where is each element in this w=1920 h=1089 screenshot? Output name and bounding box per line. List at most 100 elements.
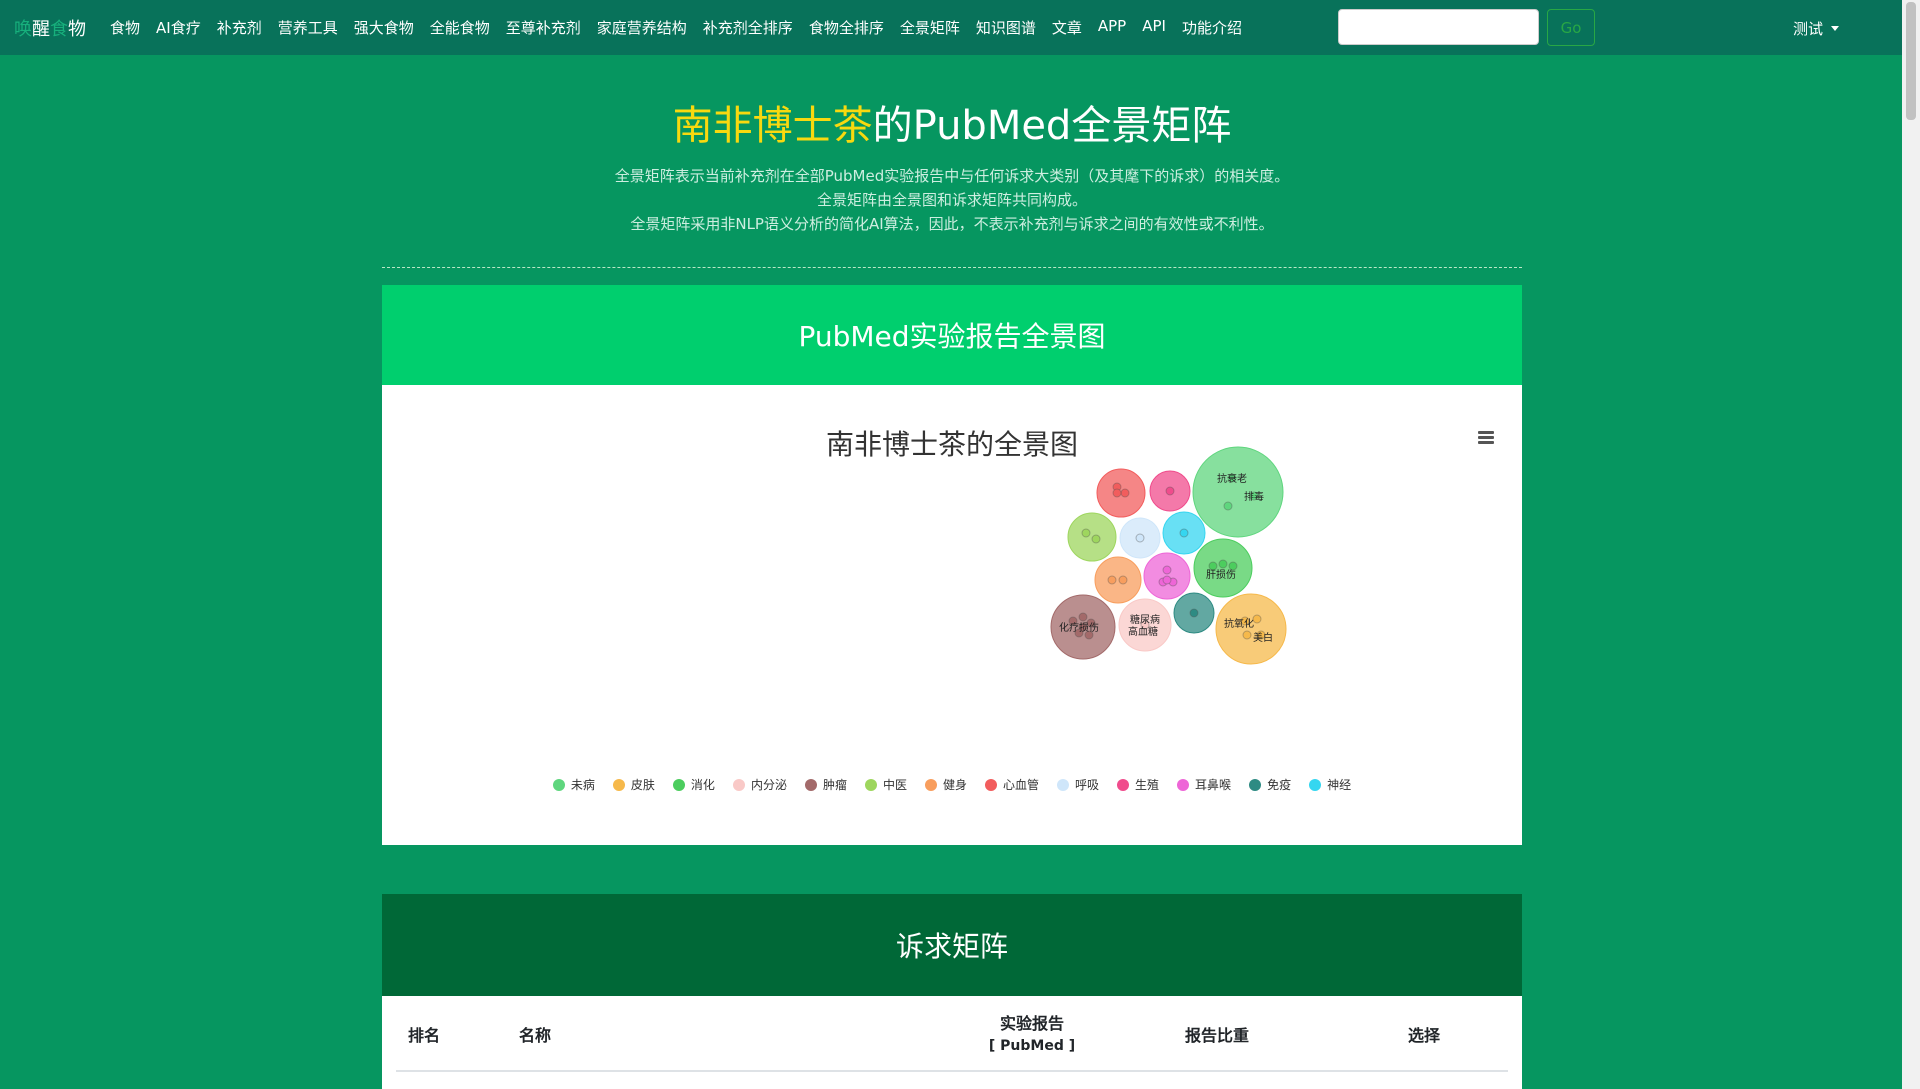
nav-link-app[interactable]: APP bbox=[1098, 17, 1126, 38]
nav-link-supplement-ranking[interactable]: 补充剂全排序 bbox=[703, 17, 793, 38]
bubble-point[interactable] bbox=[1118, 575, 1128, 585]
legend-item[interactable]: 生殖 bbox=[1117, 776, 1159, 793]
legend-item[interactable]: 未病 bbox=[552, 776, 595, 793]
table-header-divider bbox=[396, 1070, 1508, 1072]
legend-marker bbox=[804, 778, 817, 791]
bubble-point[interactable] bbox=[1091, 534, 1101, 544]
nav-link-supreme-supplements[interactable]: 至尊补充剂 bbox=[506, 17, 581, 38]
brand-logo[interactable]: 唤 醒 食 物 bbox=[14, 15, 86, 41]
legend-item[interactable]: 免疫 bbox=[1249, 776, 1291, 793]
legend-item[interactable]: 呼吸 bbox=[1057, 776, 1099, 793]
scrollbar-thumb[interactable] bbox=[1906, 2, 1916, 120]
legend-item[interactable]: 耳鼻喉 bbox=[1177, 776, 1231, 793]
legend-label: 呼吸 bbox=[1075, 778, 1100, 792]
nav-link-supplements[interactable]: 补充剂 bbox=[217, 17, 262, 38]
chart-legend: 未病 皮肤 消化 内分泌 肿瘤 中医 健身 心血管 呼吸 生殖 耳鼻喉 免疫 神经 bbox=[382, 776, 1522, 793]
legend-item[interactable]: 中医 bbox=[864, 776, 907, 793]
hero-description: 全景矩阵表示当前补充剂在全部PubMed实验报告中与任何诉求大类别（及其麾下的诉… bbox=[382, 164, 1522, 236]
legend-label: 肿瘤 bbox=[822, 778, 847, 792]
brand-char-4: 物 bbox=[68, 18, 86, 40]
legend-marker bbox=[864, 778, 877, 791]
user-label: 测试 bbox=[1793, 20, 1824, 38]
bubble-point[interactable] bbox=[1162, 575, 1172, 585]
column-header-select: 选择 bbox=[1408, 1026, 1441, 1045]
legend-item[interactable]: 心血管 bbox=[985, 776, 1039, 793]
legend-item[interactable]: 消化 bbox=[672, 776, 715, 793]
search-input[interactable] bbox=[1338, 9, 1539, 45]
nav-link-knowledge-graph[interactable]: 知识图谱 bbox=[976, 17, 1036, 38]
legend-label: 生殖 bbox=[1135, 778, 1160, 792]
bubble-point[interactable] bbox=[1120, 488, 1130, 498]
bubble-point[interactable] bbox=[1228, 561, 1238, 571]
brand-char-2: 醒 bbox=[32, 18, 50, 40]
legend-marker bbox=[924, 778, 937, 791]
go-button[interactable]: Go bbox=[1547, 9, 1595, 46]
bubble-point[interactable] bbox=[1112, 488, 1122, 498]
nav-link-articles[interactable]: 文章 bbox=[1052, 17, 1082, 38]
caret-down-icon bbox=[1831, 26, 1840, 31]
nav-link-api[interactable]: API bbox=[1142, 17, 1166, 38]
column-header-reports: 实验报告 [ PubMed ] bbox=[962, 1010, 1102, 1054]
top-navbar: 唤 醒 食 物 食物 AI食疗 补充剂 营养工具 强大食物 全能食物 至尊补充剂… bbox=[0, 0, 1902, 55]
page-title-highlight: 南非博士茶 bbox=[672, 103, 873, 149]
nav-link-nutrition-tools[interactable]: 营养工具 bbox=[278, 17, 338, 38]
bubble-point[interactable] bbox=[1107, 575, 1117, 585]
bubble-point[interactable] bbox=[1242, 630, 1252, 640]
chart-title: 南非博士茶的全景图 bbox=[825, 428, 1078, 461]
column-header-report-weight: 报告比重 bbox=[1185, 1026, 1250, 1045]
page-title: 南非博士茶的PubMed全景矩阵 bbox=[382, 100, 1522, 152]
bubble-point[interactable] bbox=[1218, 559, 1228, 569]
nav-links: 食物 AI食疗 补充剂 营养工具 强大食物 全能食物 至尊补充剂 家庭营养结构 … bbox=[110, 17, 1258, 38]
legend-item[interactable]: 内分泌 bbox=[732, 776, 787, 793]
chart-menu-icon[interactable] bbox=[1478, 431, 1494, 445]
legend-marker bbox=[1249, 778, 1262, 791]
bubble-point[interactable] bbox=[1179, 528, 1189, 538]
matrix-card-header: 诉求矩阵 bbox=[382, 894, 1522, 996]
column-header-name: 名称 bbox=[519, 1026, 552, 1045]
user-dropdown[interactable]: 测试 bbox=[1793, 18, 1840, 39]
hero-section: 南非博士茶的PubMed全景矩阵 全景矩阵表示当前补充剂在全部PubMed实验报… bbox=[382, 100, 1522, 236]
nav-link-panorama-matrix[interactable]: 全景矩阵 bbox=[900, 17, 960, 38]
legend-item[interactable]: 健身 bbox=[924, 776, 967, 793]
column-header-reports-title: 实验报告 bbox=[999, 1014, 1064, 1033]
overview-card-body: 抗衰老 排毒 肝损伤 化疗损伤 糖尿病 高血糖 抗氧化 美白 南非博士茶的全景图 未病 皮肤 消化… bbox=[382, 385, 1522, 845]
page-title-rest: 的PubMed全景矩阵 bbox=[872, 103, 1232, 149]
legend-item[interactable]: 肿瘤 bbox=[804, 776, 847, 793]
nav-link-food[interactable]: 食物 bbox=[110, 17, 140, 38]
nav-link-power-foods[interactable]: 强大食物 bbox=[354, 17, 414, 38]
legend-marker bbox=[1057, 778, 1070, 791]
bubble-point[interactable] bbox=[1135, 533, 1145, 543]
legend-label: 内分泌 bbox=[750, 778, 787, 792]
overview-card-header: PubMed实验报告全景图 bbox=[382, 285, 1522, 385]
nav-link-features[interactable]: 功能介绍 bbox=[1182, 17, 1242, 38]
hero-divider bbox=[382, 267, 1522, 268]
bubble-point[interactable] bbox=[1081, 528, 1091, 538]
bubble-label: 抗氧化 bbox=[1224, 617, 1254, 630]
bubble-label: 糖尿病 bbox=[1130, 613, 1160, 626]
hero-desc-line-2: 全景矩阵由全景图和诉求矩阵共同构成。 bbox=[816, 191, 1087, 209]
column-header-reports-source: [ PubMed ] bbox=[988, 1038, 1076, 1054]
legend-marker bbox=[732, 778, 745, 791]
bubble-point[interactable] bbox=[1162, 565, 1172, 575]
legend-label: 免疫 bbox=[1267, 778, 1292, 792]
legend-item[interactable]: 神经 bbox=[1309, 776, 1351, 793]
legend-item[interactable]: 皮肤 bbox=[612, 776, 655, 793]
legend-label: 皮肤 bbox=[630, 778, 655, 792]
bubble-健身[interactable] bbox=[1094, 556, 1142, 604]
hero-desc-line-1: 全景矩阵表示当前补充剂在全部PubMed实验报告中与任何诉求大类别（及其麾下的诉… bbox=[614, 167, 1290, 185]
nav-link-family-nutrition[interactable]: 家庭营养结构 bbox=[597, 17, 687, 38]
bubble-point[interactable] bbox=[1165, 486, 1175, 496]
nav-link-all-round-foods[interactable]: 全能食物 bbox=[430, 17, 490, 38]
legend-marker bbox=[612, 778, 625, 791]
bubble-point[interactable] bbox=[1223, 501, 1233, 511]
bubble-point[interactable] bbox=[1208, 561, 1218, 571]
bubble-label: 抗衰老 bbox=[1217, 472, 1247, 485]
legend-marker bbox=[985, 778, 997, 791]
legend-marker bbox=[1117, 778, 1130, 791]
page-scrollbar[interactable] bbox=[1902, 0, 1920, 1089]
bubble-point[interactable] bbox=[1252, 614, 1262, 624]
nav-link-food-ranking[interactable]: 食物全排序 bbox=[809, 17, 884, 38]
bubble-point[interactable] bbox=[1189, 608, 1199, 618]
bubble-point[interactable] bbox=[1078, 612, 1088, 622]
nav-link-ai-diet[interactable]: AI食疗 bbox=[156, 17, 201, 38]
